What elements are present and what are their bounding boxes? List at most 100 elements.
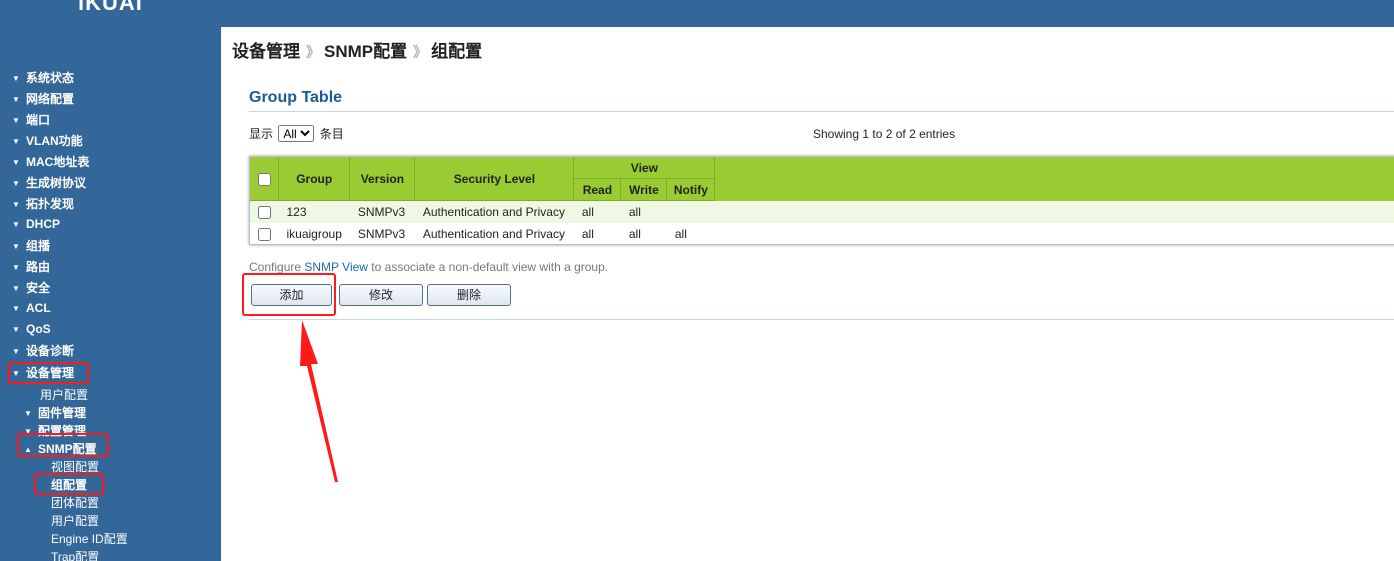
cell-notify xyxy=(666,200,715,223)
caret-down-icon: ▼ xyxy=(12,74,20,83)
cell-write: all xyxy=(620,200,667,223)
sidebar-item[interactable]: ▼ 路由 xyxy=(12,259,50,276)
sidebar-item[interactable]: Engine ID配置 xyxy=(51,531,128,547)
caret-down-icon: ▼ xyxy=(12,263,20,272)
caret-down-icon: ▼ xyxy=(12,284,20,293)
breadcrumb-item-device-mgmt[interactable]: 设备管理 xyxy=(232,42,300,61)
title-divider xyxy=(249,111,1394,112)
sidebar-item[interactable]: ▼ 设备诊断 xyxy=(12,343,74,360)
sidebar-item[interactable]: ▼ DHCP xyxy=(12,216,60,233)
annotation-arrow-icon xyxy=(300,320,338,482)
cell-group: 123 xyxy=(278,200,350,223)
sidebar-item[interactable]: 用户配置 xyxy=(51,513,99,529)
sidebar-item-label: QoS xyxy=(26,322,51,336)
cell-filler xyxy=(714,222,1394,245)
sidebar-item[interactable]: ▼ MAC地址表 xyxy=(12,154,89,171)
breadcrumb-item-group: 组配置 xyxy=(431,42,483,61)
sidebar-item-label: 路由 xyxy=(26,260,51,274)
sidebar-item[interactable]: ▼ 固件管理 xyxy=(24,405,86,422)
col-version[interactable]: Version xyxy=(349,156,416,201)
sidebar-item-label: 用户配置 xyxy=(40,388,89,402)
caret-down-icon: ▼ xyxy=(12,137,20,146)
row-select-cell xyxy=(249,222,279,245)
sidebar-item[interactable]: ▼ 组播 xyxy=(12,238,50,255)
cell-version: SNMPv3 xyxy=(349,222,415,245)
sidebar-item-label: 端口 xyxy=(26,113,51,127)
add-button-highlight xyxy=(242,273,336,316)
cell-write: all xyxy=(620,222,667,245)
sidebar-item-label: 视图配置 xyxy=(51,460,100,474)
sidebar-item[interactable]: ▼ VLAN功能 xyxy=(12,133,83,150)
sidebar-item[interactable]: Trap配置 xyxy=(51,549,99,561)
sidebar-item[interactable]: ▼ 端口 xyxy=(12,112,50,129)
length-suffix: 条目 xyxy=(319,127,344,141)
col-security-level[interactable]: Security Level xyxy=(414,156,575,201)
caret-down-icon: ▼ xyxy=(12,200,20,209)
col-write[interactable]: Write xyxy=(620,178,668,201)
table-row[interactable]: 123 SNMPv3 Authentication and Privacy al… xyxy=(249,200,1394,223)
length-select[interactable]: All xyxy=(278,125,315,142)
row-checkbox[interactable] xyxy=(257,205,271,219)
cell-version: SNMPv3 xyxy=(349,200,415,223)
view-hint: Configure SNMP View to associate a non-d… xyxy=(249,260,608,274)
sidebar-item-label: Engine ID配置 xyxy=(51,532,128,546)
sidebar-item-label: 用户配置 xyxy=(51,514,100,528)
select-all-cell xyxy=(249,156,279,201)
length-control: 显示 All 条目 xyxy=(249,125,344,142)
cell-security-level: Authentication and Privacy xyxy=(414,200,574,223)
sidebar-item[interactable]: ▼ 安全 xyxy=(12,280,50,297)
sidebar-item[interactable]: 团体配置 xyxy=(51,495,99,511)
sidebar-item[interactable]: ▼ 网络配置 xyxy=(12,91,74,108)
col-view-group: View xyxy=(573,156,716,179)
col-notify[interactable]: Notify xyxy=(666,178,716,201)
caret-down-icon: ▼ xyxy=(12,242,20,251)
sidebar-highlight-box xyxy=(8,362,89,384)
cell-read: all xyxy=(573,222,621,245)
caret-down-icon: ▼ xyxy=(24,409,32,418)
sidebar-item-label: 拓扑发现 xyxy=(26,197,75,211)
row-select-cell xyxy=(249,200,279,223)
sidebar-item-label: 固件管理 xyxy=(38,406,87,420)
group-table: Group Version Security Level View Read W… xyxy=(249,156,1394,245)
table-info: Showing 1 to 2 of 2 entries xyxy=(813,127,956,141)
cell-group: ikuaigroup xyxy=(278,222,350,245)
sidebar-item[interactable]: ▼ 拓扑发现 xyxy=(12,196,74,213)
edit-button[interactable]: 修改 xyxy=(339,284,423,306)
col-group[interactable]: Group xyxy=(277,156,351,201)
view-hint-prefix: Configure xyxy=(249,260,305,274)
sidebar-item[interactable]: ▼ 生成树协议 xyxy=(12,175,86,192)
header-filler xyxy=(714,156,1394,201)
breadcrumb-item-snmp[interactable]: SNMP配置 xyxy=(324,42,407,61)
sidebar-item-label: VLAN功能 xyxy=(26,134,83,148)
sidebar-item-label: 团体配置 xyxy=(51,496,100,510)
cell-notify: all xyxy=(666,222,715,245)
caret-down-icon: ▼ xyxy=(12,95,20,104)
length-prefix: 显示 xyxy=(249,127,274,141)
caret-down-icon: ▼ xyxy=(12,304,20,313)
sidebar-item[interactable]: ▼ ACL xyxy=(12,300,51,317)
sidebar-item-label: 网络配置 xyxy=(26,92,75,106)
col-read[interactable]: Read xyxy=(573,178,622,201)
delete-button[interactable]: 删除 xyxy=(427,284,511,306)
snmp-view-link[interactable]: SNMP View xyxy=(304,260,368,274)
caret-down-icon: ▼ xyxy=(12,325,20,334)
main-content: 设备管理》 SNMP配置》组配置 Group Table 显示 All 条目 Sh… xyxy=(221,27,1394,561)
breadcrumb-separator-icon: 》 xyxy=(306,44,320,60)
sidebar-highlight-box xyxy=(34,473,104,495)
select-all-checkbox[interactable] xyxy=(257,172,271,186)
section-title: Group Table xyxy=(249,89,343,106)
table-row[interactable]: ikuaigroup SNMPv3 Authentication and Pri… xyxy=(249,222,1394,245)
caret-down-icon: ▼ xyxy=(12,347,20,356)
sidebar-item-label: DHCP xyxy=(26,217,61,231)
sidebar-item-label: 系统状态 xyxy=(26,71,75,85)
sidebar-item[interactable]: ▼ 系统状态 xyxy=(12,70,74,87)
sidebar: ▼ 系统状态 ▼ 网络配置 ▼ 端口 ▼ VLAN功能 ▼ MAC地址表 ▼ 生成树协议 ▼ 拓扑发现 ▼ D… xyxy=(0,27,221,561)
cell-read: all xyxy=(573,200,621,223)
row-checkbox[interactable] xyxy=(257,227,271,241)
sidebar-item[interactable]: 用户配置 xyxy=(40,387,88,403)
button-divider xyxy=(249,319,1394,320)
sidebar-item[interactable]: ▼ QoS xyxy=(12,321,51,338)
view-hint-suffix: to associate a non-default view with a g… xyxy=(367,260,609,274)
sidebar-item-label: ACL xyxy=(26,301,51,315)
caret-down-icon: ▼ xyxy=(12,158,20,167)
